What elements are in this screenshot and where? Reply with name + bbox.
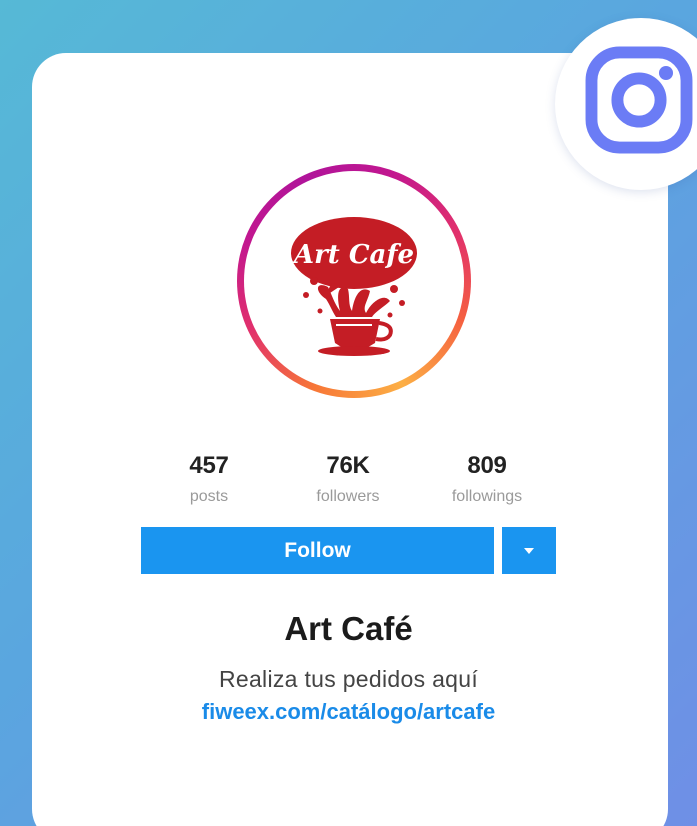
posts-count: 457 (189, 452, 229, 479)
art-cafe-logo: Art Cafe (291, 217, 417, 356)
avatar-image: Art Cafe (244, 171, 464, 391)
profile-link[interactable]: fiweex.com/catálogo/artcafe (0, 699, 697, 725)
stat-followings[interactable]: 809 followings (417, 452, 557, 506)
followers-count: 76K (326, 452, 370, 479)
followings-label: followings (451, 488, 523, 505)
logo-text: Art Cafe (291, 240, 414, 270)
instagram-icon (585, 46, 693, 154)
profile-bio: Realiza tus pedidos aquí (218, 666, 479, 692)
followings-count: 809 (467, 452, 507, 479)
followers-label: followers (316, 488, 380, 505)
profile-name: Art Café (284, 610, 413, 647)
follow-button[interactable]: Follow (141, 527, 494, 574)
follow-options-button[interactable] (502, 527, 556, 574)
stat-posts[interactable]: 457 posts (139, 452, 279, 506)
avatar[interactable]: Art Cafe (237, 164, 471, 398)
caret-down-icon (524, 548, 534, 554)
stat-followers[interactable]: 76K followers (278, 452, 418, 506)
posts-label: posts (189, 488, 229, 505)
